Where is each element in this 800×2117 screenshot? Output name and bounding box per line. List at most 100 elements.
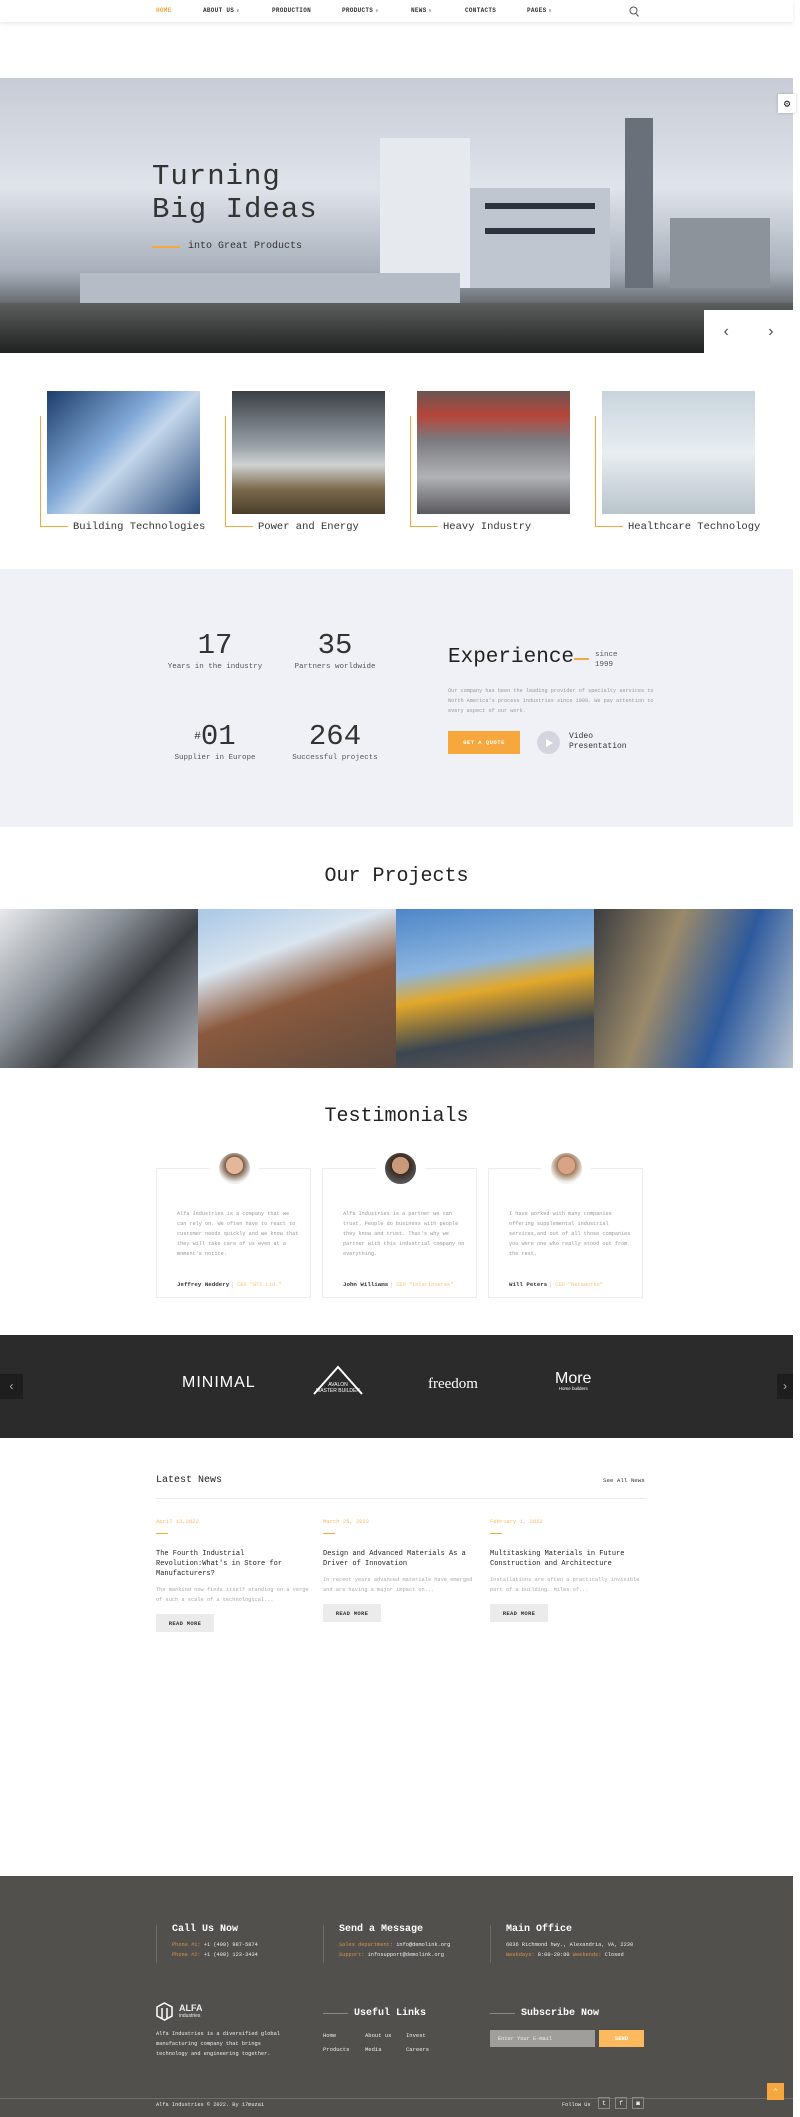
category-card[interactable]: Heavy Industry (410, 391, 570, 533)
gear-icon[interactable]: ⚙ (778, 94, 796, 113)
nav-products[interactable]: PRODUCTS ∨ (342, 7, 379, 14)
divider (0, 2098, 793, 2099)
category-card[interactable]: Healthcare Technology (595, 391, 760, 533)
news-item: April 13,2022 The Fourth Industrial Revol… (156, 1518, 316, 1632)
nav-label: NEWS (411, 7, 427, 14)
nav-contacts[interactable]: CONTACTS (465, 7, 496, 14)
footer-link-media[interactable]: Media (365, 2046, 382, 2053)
footer-logo[interactable]: ALFA industries (156, 2002, 203, 2021)
label: Weekdays: (506, 1952, 535, 1958)
read-more-button[interactable]: READ MORE (323, 1604, 381, 1622)
phone-link[interactable]: +1 (409) 123-3434 (204, 1952, 258, 1958)
since-year: 1999 (595, 660, 614, 669)
avatar (548, 1150, 585, 1187)
footer: Call Us Now Phone #1: +1 (409) 987-5874 Ph… (0, 1876, 793, 2117)
stat-prefix: # (194, 731, 201, 743)
see-all-news-link[interactable]: See All News (603, 1477, 645, 1484)
stat-label: Successful projects (292, 754, 378, 762)
instagram-icon[interactable]: ◙ (632, 2097, 644, 2109)
footer-link-about[interactable]: About us (365, 2032, 391, 2039)
footer-link-invest[interactable]: Invest (406, 2032, 426, 2039)
project-image[interactable] (0, 909, 198, 1068)
testimonial-text: Alfa Industries is a partner we can trus… (343, 1211, 465, 1257)
stat-item: #01 Supplier in Europe (160, 721, 270, 763)
logo-text: More (555, 1370, 592, 1387)
category-label: Heavy Industry (443, 521, 532, 533)
useful-links-heading: Useful Links (323, 2008, 426, 2019)
projects-title: Our Projects (324, 865, 469, 888)
footer-link-products[interactable]: Products (323, 2046, 349, 2053)
facebook-icon[interactable]: f (615, 2097, 627, 2109)
label: Weekends: (572, 1952, 602, 1958)
category-image (47, 391, 200, 514)
chevron-down-icon: ∨ (236, 8, 240, 14)
footer-link-home[interactable]: Home (323, 2032, 336, 2039)
author-role: CEO "BTC Ltd." (232, 1282, 282, 1288)
copyright: Alfa Industries © 2022. By 17muzai (156, 2102, 265, 2108)
stat-label: Partners worldwide (294, 663, 376, 671)
email-link[interactable]: infosupport@demolink.org (368, 1952, 444, 1958)
logo-avalon: AVALON MASTER BUILDER (312, 1365, 364, 1400)
project-image[interactable] (198, 909, 396, 1068)
search-icon[interactable] (629, 6, 639, 17)
testimonial-text: I have worked with many companies offeri… (509, 1211, 631, 1257)
prev-slide-button[interactable]: ‹ (704, 310, 749, 353)
subscribe-email-input[interactable]: Enter Your E-mail (490, 2030, 595, 2047)
twitter-icon[interactable]: t (598, 2097, 610, 2109)
nav-pages[interactable]: PAGES ∨ (527, 7, 552, 14)
stat-value: 35 (317, 629, 353, 662)
phone-link[interactable]: +1 (409) 987-5874 (204, 1942, 258, 1948)
hero-title: Turning Big Ideas (152, 160, 318, 226)
footer-heading: Send a Message (339, 1924, 424, 1935)
prev-logo-button[interactable]: ‹ (0, 1374, 23, 1399)
stat-item: 17 Years in the industry (160, 630, 270, 672)
news-title-link[interactable]: The Fourth Industrial Revolution:What's … (156, 1549, 316, 1579)
play-video-button[interactable] (537, 731, 560, 754)
logo-freedom: freedom (428, 1376, 478, 1392)
nav-home[interactable]: HOME (156, 7, 172, 14)
address: 6036 Richmond hwy., Alexandria, VA, 2230 (506, 1942, 634, 1948)
label: Phone #1: (172, 1942, 201, 1948)
news-title: Latest News (156, 1475, 223, 1486)
nav-label: ABOUT US (203, 7, 235, 14)
news-date: March 25, 2022 (323, 1518, 370, 1525)
category-card[interactable]: Power and Energy (225, 391, 385, 533)
get-a-quote-button[interactable]: GET A QUOTE (448, 731, 520, 754)
footer-heading: Useful Links (354, 2008, 427, 2019)
read-more-button[interactable]: READ MORE (490, 1604, 548, 1622)
news-date: February 1, 2022 (490, 1518, 543, 1525)
nav-about-us[interactable]: ABOUT US ∨ (203, 7, 240, 14)
category-label: Healthcare Technology (628, 521, 761, 533)
email-link[interactable]: info@demolink.org (396, 1942, 450, 1948)
nav-news[interactable]: NEWS ∨ (411, 7, 432, 14)
news-item: February 1, 2022 Multitasking Materials i… (490, 1518, 650, 1622)
project-image[interactable] (396, 909, 594, 1068)
hours: 8:00-20:00 (537, 1952, 570, 1958)
footer-heading: Call Us Now (172, 1924, 239, 1935)
next-slide-button[interactable]: › (749, 310, 794, 353)
nav-production[interactable]: PRODUCTION (272, 7, 311, 14)
hero-subtitle: into Great Products (152, 241, 302, 252)
play-icon (546, 738, 553, 747)
read-more-button[interactable]: READ MORE (156, 1614, 214, 1632)
news-item: March 25, 2022 Design and Advanced Materi… (323, 1518, 483, 1622)
scroll-to-top-button[interactable]: ⌃ (767, 2083, 784, 2100)
label: Sales department: (339, 1942, 394, 1948)
video-presentation-label[interactable]: Video Presentation (569, 732, 639, 751)
news-title-link[interactable]: Design and Advanced Materials As a Drive… (323, 1549, 483, 1569)
category-label: Power and Energy (258, 521, 359, 533)
brand-name: ALFA (179, 2002, 203, 2013)
project-image[interactable] (594, 909, 793, 1068)
category-image (417, 391, 570, 514)
stat-item: 264 Successful projects (280, 721, 390, 763)
label: Support: (339, 1952, 365, 1958)
next-logo-button[interactable]: › (777, 1374, 793, 1399)
testimonial-text: Alfa Industries is a company that we can… (177, 1211, 299, 1257)
footer-link-careers[interactable]: Careers (406, 2046, 429, 2053)
category-card[interactable]: Building Technologies (40, 391, 205, 533)
testimonial-card: Alfa Industries is a company that we can… (156, 1150, 311, 1298)
subscribe-send-button[interactable]: SEND (599, 2030, 644, 2047)
brand-tagline: industries (179, 2012, 201, 2019)
news-title-link[interactable]: Multitasking Materials in Future Constru… (490, 1549, 650, 1569)
footer-heading: Main Office (506, 1924, 573, 1935)
